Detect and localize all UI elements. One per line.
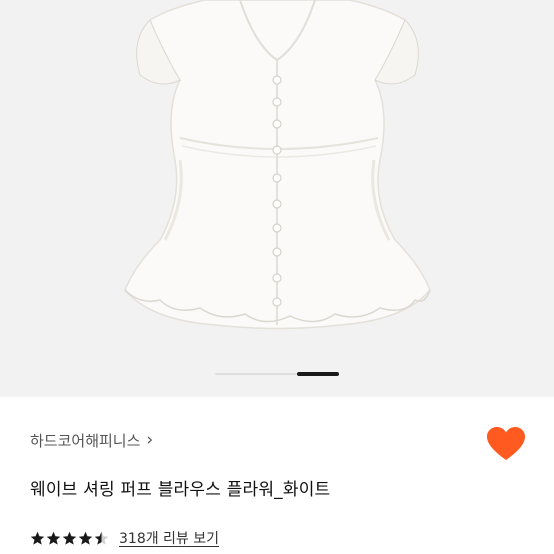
star-icon: [62, 531, 77, 545]
review-link[interactable]: 318개 리뷰 보기: [119, 528, 219, 548]
pager-thumb: [297, 372, 339, 376]
star-icon: [78, 531, 93, 545]
heart-icon: [487, 427, 525, 460]
product-photo: [124, 0, 431, 330]
like-button[interactable]: [486, 426, 526, 462]
star-icon: [30, 531, 45, 545]
pager-track: [215, 372, 339, 376]
rating-stars: [30, 531, 109, 546]
brand-name: 하드코어해피니스: [30, 432, 141, 450]
star-icon: [46, 531, 61, 545]
gallery-pager: [0, 372, 554, 376]
product-title: 웨이브 셔링 퍼프 블라우스 플라워_화이트: [30, 480, 331, 500]
product-image-gallery[interactable]: [0, 0, 554, 397]
chevron-right-icon: ›: [146, 430, 154, 450]
brand-link[interactable]: 하드코어해피니스 ›: [30, 430, 153, 451]
star-icon: [94, 531, 109, 545]
review-row: 318개 리뷰 보기: [30, 528, 219, 548]
